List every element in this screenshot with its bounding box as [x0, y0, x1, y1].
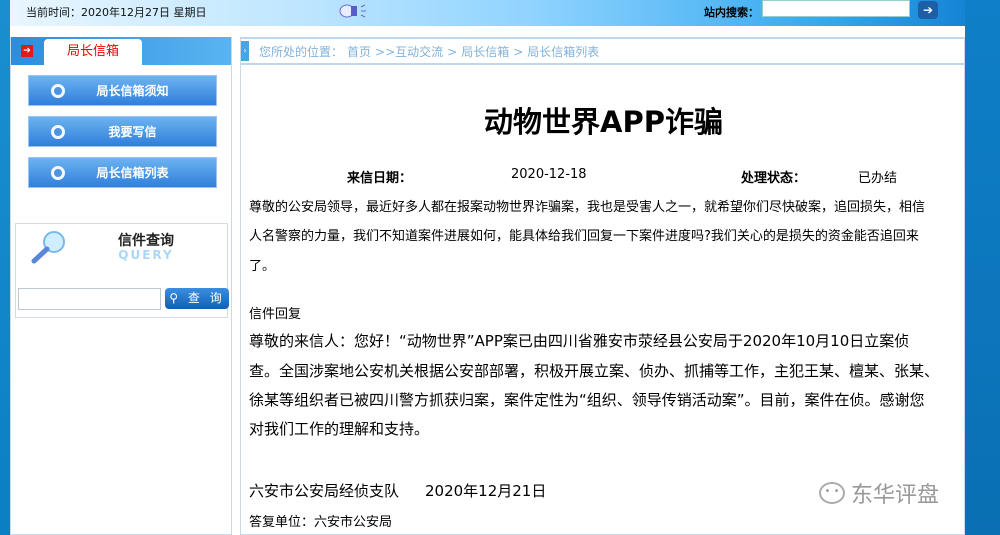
breadcrumb: › 您所处的位置： 首页 >>互动交流 > 局长信箱 > 局长信箱列表 [241, 39, 964, 65]
reply-unit: 答复单位：六安市公安局 [249, 515, 393, 530]
arrow-right-icon: ➔ [922, 3, 934, 17]
letter-date: 2020-12-18 [511, 167, 587, 182]
letter-body-line: 了。 [249, 259, 276, 274]
breadcrumb-interaction[interactable]: >>互动交流 [375, 45, 443, 59]
search-go-button[interactable]: ➔ [918, 1, 938, 19]
nav-label: 局长信箱列表 [96, 166, 169, 180]
date-label: 来信日期： [347, 171, 413, 186]
magnifier-icon [31, 231, 65, 264]
query-subtitle: QUERY [118, 248, 174, 262]
search-icon: ⚲ [169, 291, 182, 305]
nav-mailbox-list[interactable]: 局长信箱列表 [28, 157, 217, 188]
breadcrumb-home[interactable]: 首页 [347, 45, 371, 59]
header: 当前时间：2020年12月27日 星期日 站内搜索： ➔ [10, 0, 965, 26]
reply-heading: 信件回复 [249, 307, 302, 322]
query-input[interactable] [18, 288, 161, 310]
chevron-right-icon: › [241, 41, 249, 61]
wechat-icon: • • [819, 482, 845, 504]
query-title: 信件查询 [118, 233, 174, 249]
status-value: 已办结 [858, 171, 898, 186]
loudspeaker-icon [339, 4, 366, 18]
reply-line: 徐某等组织者已被四川警方抓获归案，案件定性为“组织、领导传销活动案”。目前，案件… [249, 391, 925, 409]
nav-label: 我要写信 [108, 125, 157, 139]
watermark: • • 东华评盘 [819, 477, 939, 509]
letter-body-line: 人名警察的力量，我们不知道案件进展如何，能具体给我们回复一下案件进度吗?我们关心… [249, 229, 919, 244]
breadcrumb-mailbox[interactable]: 局长信箱 [461, 45, 509, 59]
letter-query-panel: 信件查询 QUERY ⚲ 查 询 [15, 223, 229, 318]
reply-line: 对我们工作的理解和支持。 [249, 420, 430, 438]
query-button-label: 查 询 [187, 291, 225, 305]
reply-line: 查。全国涉案地公安机关根据公安部部署，积极开展立案、侦办、抓捕等工作，主犯王某、… [249, 362, 940, 380]
nav-write-letter[interactable]: 我要写信 [28, 116, 217, 147]
current-date: 当前时间：2020年12月27日 星期日 [26, 6, 207, 19]
letter-title: 动物世界APP诈骗 [484, 105, 723, 139]
nav-mailbox-notice[interactable]: 局长信箱须知 [28, 75, 217, 106]
site-search-input[interactable] [762, 0, 910, 17]
arrow-icon: ➔ [21, 45, 33, 57]
left-border [0, 0, 10, 535]
main-content: › 您所处的位置： 首页 >>互动交流 > 局长信箱 > 局长信箱列表 动物世界APP诈骗 … [240, 37, 965, 535]
nav-label: 局长信箱须知 [96, 84, 169, 98]
reply-line: 尊敬的来信人：您好！“动物世界”APP案已由四川省雅安市荥经县公安局于2020年… [249, 332, 910, 350]
query-button[interactable]: ⚲ 查 询 [165, 288, 229, 309]
status-label: 处理状态： [741, 171, 807, 186]
breadcrumb-sep: > [447, 45, 458, 59]
tab-mailbox[interactable]: 局长信箱 [44, 39, 142, 65]
reply-date: 2020年12月21日 [425, 482, 547, 500]
breadcrumb-list[interactable]: 局长信箱列表 [527, 45, 599, 59]
reply-signature: 六安市公安局经侦支队 [249, 482, 400, 500]
breadcrumb-prefix: 您所处的位置： [259, 45, 344, 59]
right-border [965, 0, 1000, 535]
sidebar: ➔ 局长信箱 局长信箱须知 我要写信 局长信箱列表 信件查询 QUERY ⚲ 查… [10, 37, 232, 535]
sidebar-tabbar: ➔ 局长信箱 [11, 37, 231, 65]
watermark-text: 东华评盘 [851, 483, 940, 508]
breadcrumb-sep: > [513, 45, 524, 59]
letter-body-line: 尊敬的公安局领导，最近好多人都在报案动物世界诈骗案，我也是受害人之一，就希望你们… [249, 200, 926, 215]
site-search-label: 站内搜索： [704, 6, 759, 19]
